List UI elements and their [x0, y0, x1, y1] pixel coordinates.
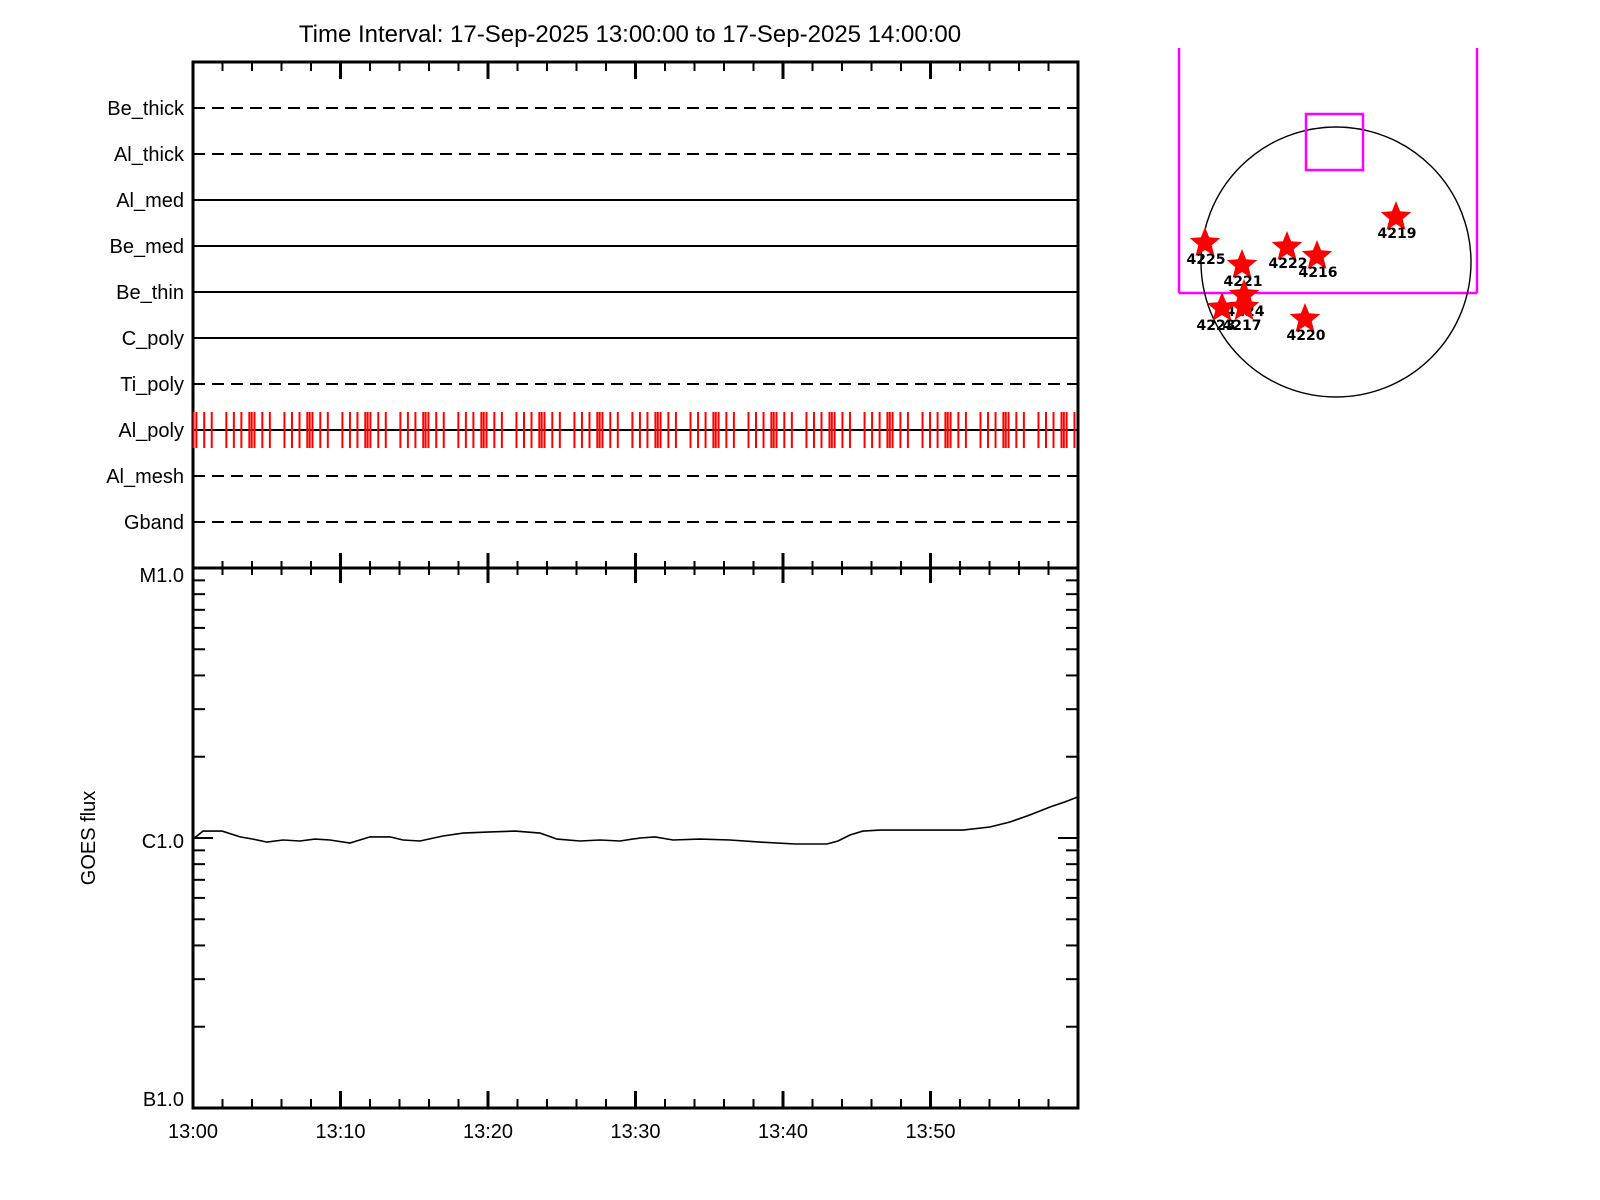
filter-label-Be_thin: Be_thin [116, 282, 184, 304]
xrt-target-box [1304, 112, 1365, 172]
filter-panel-frame [191, 60, 1080, 570]
filter-label-C_poly: C_poly [122, 328, 184, 350]
goes-flux-curve [192, 796, 1079, 845]
xrt-observation-figure: Time Interval: 17-Sep-2025 13:00:00 to 1… [0, 0, 1600, 1200]
filter-timeline-panel: Be_thick Al_thick Al_med Be_med Be_thin C_pol… [106, 60, 1080, 570]
active-region-label-4223: 4223 [1197, 318, 1236, 334]
time-tick-label: 13:00 [168, 1121, 218, 1143]
solar-disk-map: 421942254222421642214224421742234220 [1177, 48, 1479, 398]
time-tick-label: 13:40 [758, 1121, 808, 1143]
filter-label-Al_poly: Al_poly [118, 420, 184, 442]
plot-canvas: Time Interval: 17-Sep-2025 13:00:00 to 1… [78, 21, 1479, 1143]
goes-flux-panel: M1.0 C1.0 B1.0 13:00 13:10 13:20 13:30 13:40 13:… [140, 553, 1080, 1143]
time-tick-label: 13:20 [463, 1121, 513, 1143]
filter-label-Al_med: Al_med [116, 190, 184, 212]
time-tick-label: 13:30 [610, 1121, 660, 1143]
active-region-label-4216: 4216 [1299, 265, 1338, 281]
active-region-label-4219: 4219 [1378, 226, 1417, 242]
filter-label-Ti_poly: Ti_poly [120, 374, 184, 396]
goes-ylabel: GOES flux [78, 791, 100, 885]
plot-title: Time Interval: 17-Sep-2025 13:00:00 to 1… [299, 21, 961, 48]
goes-ytick-label: C1.0 [142, 831, 184, 853]
goes-ytick-label: M1.0 [140, 565, 184, 587]
filter-label-Be_med: Be_med [110, 236, 185, 258]
time-tick-label: 13:10 [315, 1121, 365, 1143]
active-region-label-4225: 4225 [1187, 252, 1226, 268]
active-region-label-4220: 4220 [1287, 328, 1326, 344]
filter-label-Al_thick: Al_thick [114, 144, 185, 166]
time-tick-label: 13:50 [905, 1121, 955, 1143]
goes-ytick-label: B1.0 [143, 1089, 184, 1111]
filter-label-Gband: Gband [124, 512, 184, 534]
filter-label-Al_mesh: Al_mesh [106, 466, 184, 488]
filter-label-Be_thick: Be_thick [107, 98, 185, 120]
